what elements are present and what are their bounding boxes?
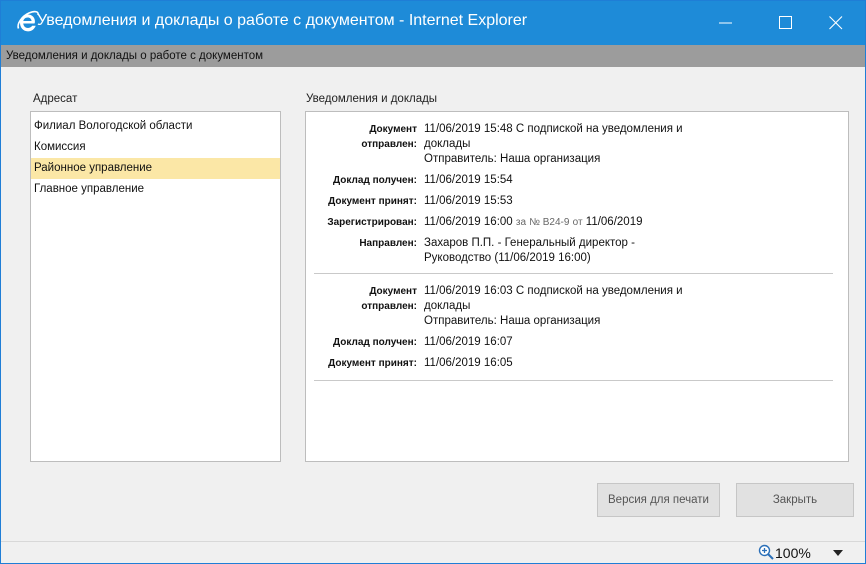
addressee-item-district[interactable]: Районное управление bbox=[31, 158, 280, 179]
registered-date: 11/06/2019 bbox=[585, 216, 643, 228]
dialog-content: Адресат Уведомления и доклады Филиал Вол… bbox=[1, 67, 865, 541]
field-key: Документ отправлен: bbox=[361, 286, 417, 312]
field-key: Документ принят: bbox=[328, 358, 417, 369]
registered-for: за bbox=[515, 217, 527, 228]
title-bar: Уведомления и доклады о работе с докумен… bbox=[1, 1, 865, 45]
reports-panel: Документ отправлен: 11/06/2019 15:48 С п… bbox=[305, 111, 849, 462]
registered-time: 11/06/2019 16:00 bbox=[424, 216, 513, 228]
addressee-item-main[interactable]: Главное управление bbox=[31, 179, 280, 200]
reports-label: Уведомления и доклады bbox=[306, 93, 438, 105]
field-value: 11/06/2019 15:53 bbox=[424, 195, 513, 207]
print-version-button[interactable]: Версия для печати bbox=[597, 483, 720, 517]
sent-line: доклады bbox=[424, 300, 471, 312]
report-event: Документ отправлен: 11/06/2019 15:48 С п… bbox=[314, 116, 833, 274]
page-header: Уведомления и доклады о работе с докумен… bbox=[1, 45, 865, 67]
registered-number: № B24-9 bbox=[529, 217, 570, 228]
field-key: Доклад получен: bbox=[333, 337, 417, 348]
maximize-icon bbox=[779, 16, 792, 29]
addressee-item-commission[interactable]: Комиссия bbox=[31, 137, 280, 158]
field-key: Документ отправлен: bbox=[361, 124, 417, 150]
maximize-button[interactable] bbox=[761, 1, 811, 45]
registered-from: от bbox=[572, 217, 583, 228]
field-value: 11/06/2019 16:07 bbox=[424, 336, 513, 348]
field-key: Зарегистрирован: bbox=[327, 217, 417, 228]
field-key: Доклад получен: bbox=[333, 175, 417, 186]
browser-window: Уведомления и доклады о работе с докумен… bbox=[0, 0, 866, 564]
sent-line: 11/06/2019 16:03 С подпиской на уведомле… bbox=[424, 285, 683, 297]
minimize-button[interactable] bbox=[701, 1, 751, 45]
close-window-button[interactable] bbox=[811, 1, 861, 45]
window-title: Уведомления и доклады о работе с докумен… bbox=[37, 12, 528, 29]
close-button[interactable]: Закрыть bbox=[736, 483, 854, 517]
report-event: Документ отправлен: 11/06/2019 16:03 С п… bbox=[314, 274, 833, 381]
directed-line: Захаров П.П. - Генеральный директор - bbox=[424, 237, 635, 249]
chevron-down-icon[interactable] bbox=[833, 550, 843, 556]
field-value: 11/06/2019 15:54 bbox=[424, 174, 513, 186]
minimize-icon bbox=[719, 22, 732, 24]
magnifier-plus-icon[interactable] bbox=[757, 543, 775, 561]
sender-line: Отправитель: Наша организация bbox=[424, 315, 601, 327]
registration-value: 11/06/2019 16:00 за № B24-9 от 11/06/201… bbox=[424, 215, 714, 230]
field-key: Направлен: bbox=[359, 238, 417, 249]
sent-line: 11/06/2019 15:48 С подпиской на уведомле… bbox=[424, 123, 683, 135]
sent-line: доклады bbox=[424, 138, 471, 150]
close-icon bbox=[829, 16, 843, 30]
addressee-list[interactable]: Филиал Вологодской области Комиссия Райо… bbox=[30, 111, 281, 462]
sender-line: Отправитель: Наша организация bbox=[424, 153, 601, 165]
field-value: 11/06/2019 16:05 bbox=[424, 357, 513, 369]
field-key: Документ принят: bbox=[328, 196, 417, 207]
zoom-level[interactable]: 100% bbox=[775, 545, 811, 561]
directed-line: Руководство (11/06/2019 16:00) bbox=[424, 252, 591, 264]
addressee-item-branch[interactable]: Филиал Вологодской области bbox=[31, 116, 280, 137]
addressee-label: Адресат bbox=[33, 93, 78, 105]
status-bar: 100% bbox=[1, 541, 865, 563]
